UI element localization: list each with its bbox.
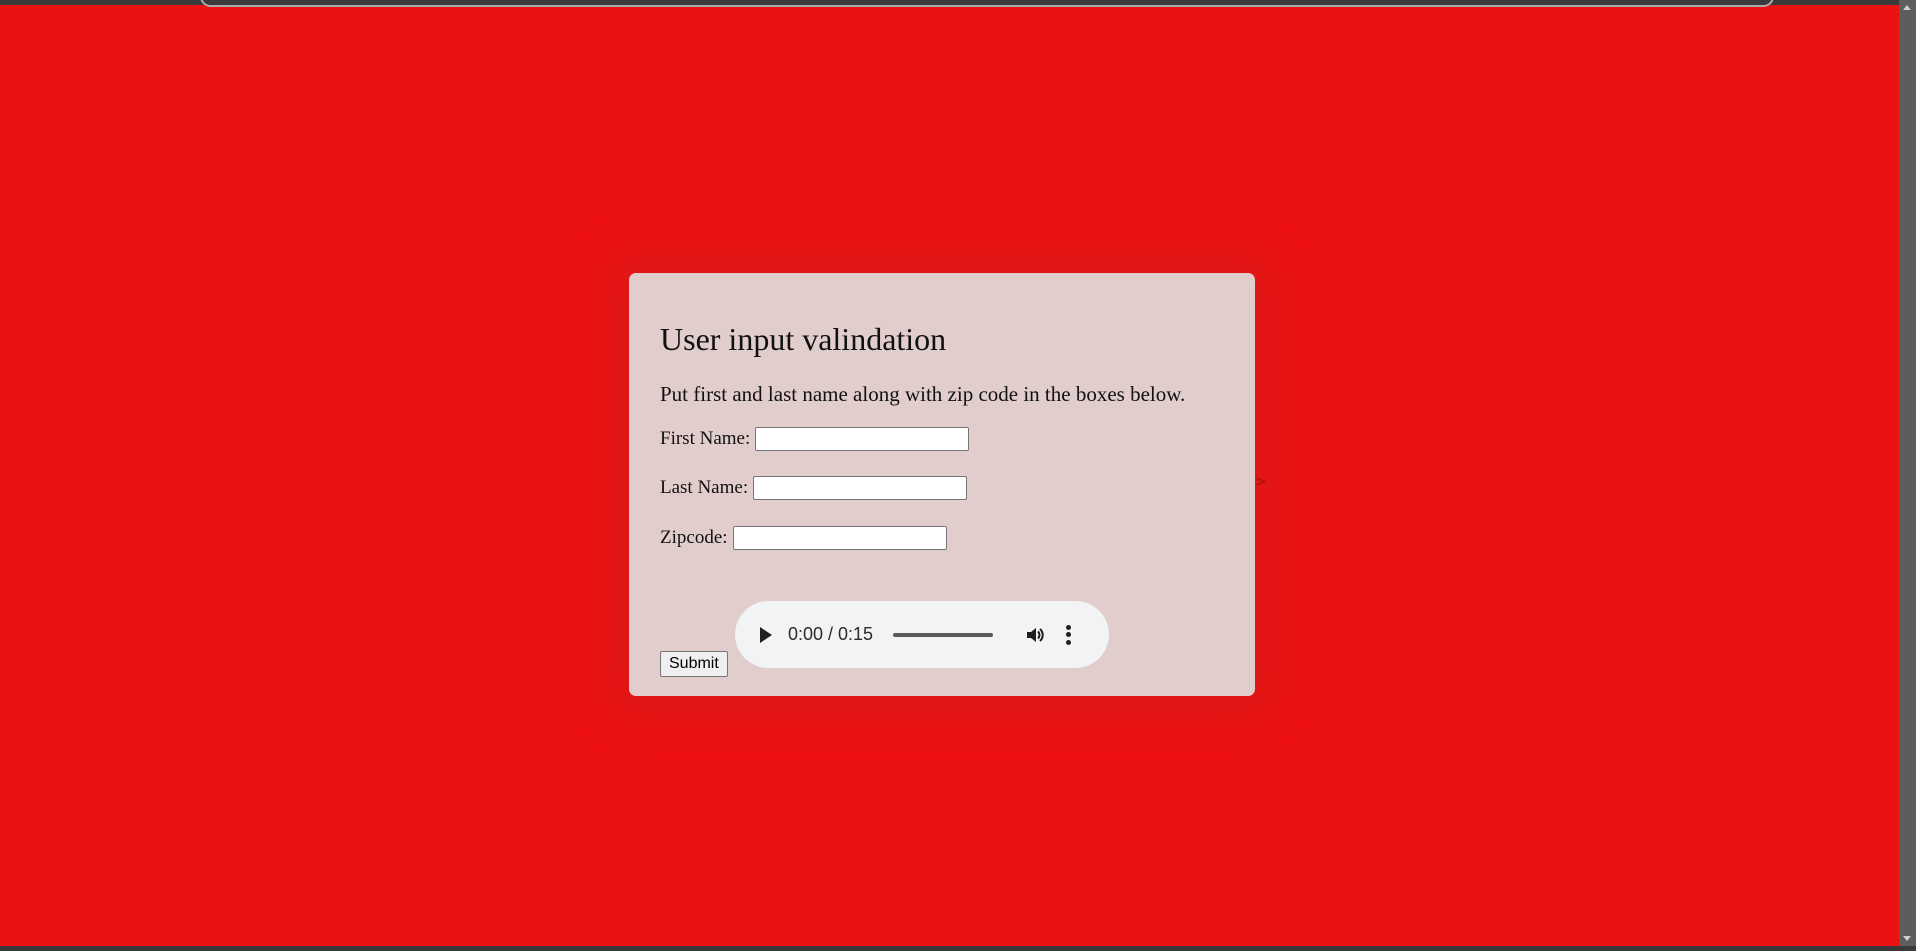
scrollbar-thumb[interactable] — [1901, 14, 1914, 932]
stray-text-glyph: > — [1255, 474, 1267, 490]
first-name-row: First Name: — [660, 427, 970, 451]
submit-button[interactable]: Submit — [660, 651, 728, 677]
page-title: User input valindation — [660, 321, 947, 357]
last-name-input[interactable] — [753, 476, 968, 500]
zipcode-row: Zipcode: — [660, 526, 947, 550]
zipcode-input[interactable] — [732, 526, 947, 550]
page: User input valindation Put first and las… — [0, 0, 1916, 951]
address-bar-edge[interactable] — [200, 0, 1774, 7]
volume-icon[interactable] — [1025, 625, 1045, 645]
scroll-down-icon[interactable] — [1903, 936, 1911, 941]
zipcode-label: Zipcode: — [660, 527, 728, 548]
validation-form-card: User input valindation Put first and las… — [629, 273, 1255, 696]
first-name-label: First Name: — [660, 428, 751, 449]
last-name-row: Last Name: — [660, 476, 968, 500]
last-name-label: Last Name: — [660, 477, 749, 498]
form-instructions: Put first and last name along with zip c… — [660, 382, 1186, 406]
first-name-input[interactable] — [755, 427, 970, 451]
browser-bottom-strip — [0, 946, 1916, 951]
play-icon[interactable] — [760, 626, 772, 643]
audio-time: 0:00 / 0:15 — [788, 624, 874, 644]
more-options-icon[interactable] — [1065, 624, 1071, 645]
scroll-up-icon[interactable] — [1903, 5, 1911, 10]
audio-player: 0:00 / 0:15 — [735, 601, 1109, 668]
browser-top-strip — [0, 0, 1916, 7]
page-scrollbar[interactable] — [1899, 0, 1916, 946]
audio-progress-bar[interactable] — [893, 632, 994, 637]
